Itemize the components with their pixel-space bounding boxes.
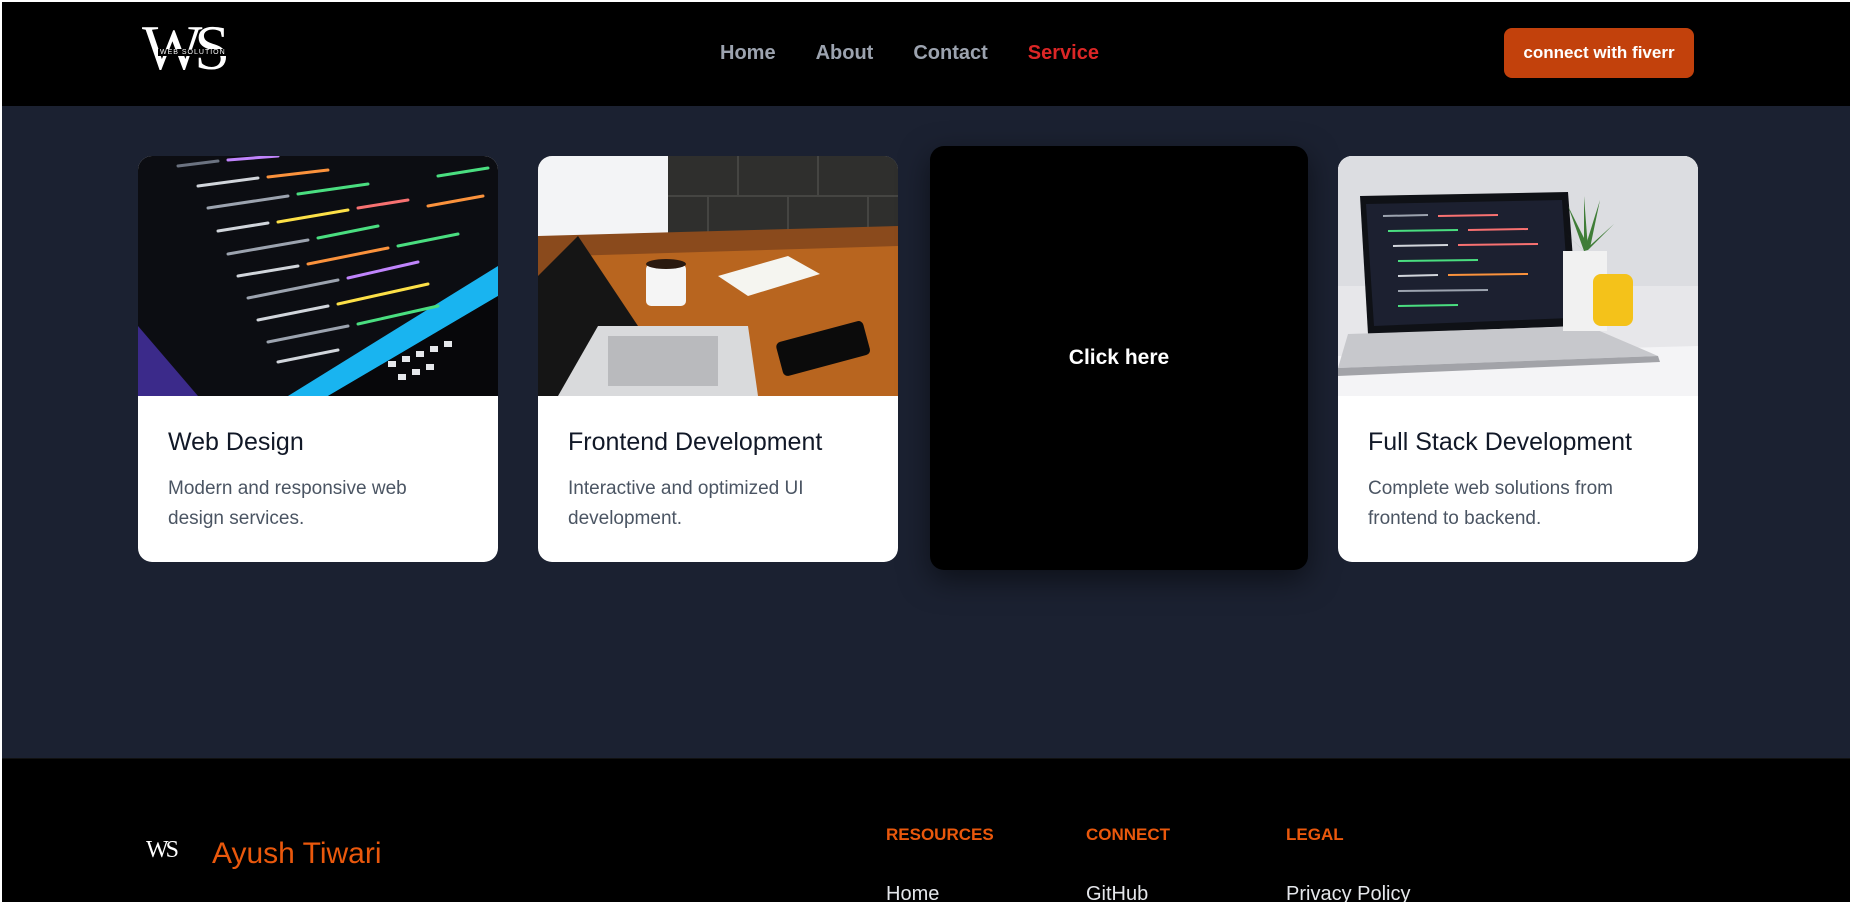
footer: WS Ayush Tiwari RESOURCES Home CONNECT G… (2, 758, 1850, 902)
footer-link-home[interactable]: Home (886, 883, 994, 902)
service-card-web-design[interactable]: Web Design Modern and responsive web des… (138, 156, 498, 562)
footer-heading: CONNECT (1086, 825, 1171, 844)
code-screen-image (138, 156, 498, 396)
card-description: Modern and responsive web design service… (168, 478, 407, 529)
footer-link-privacy-policy[interactable]: Privacy Policy (1286, 883, 1410, 902)
card-title: Web Design (168, 428, 304, 456)
nav-link-service[interactable]: Service (1028, 42, 1099, 65)
desk-laptop-image (538, 156, 898, 396)
click-here-card[interactable]: Click here (930, 146, 1308, 570)
footer-column-legal: LEGAL Privacy Policy (1286, 825, 1410, 902)
service-card-full-stack[interactable]: Full Stack Development Complete web solu… (1338, 156, 1698, 562)
footer-heading: RESOURCES (886, 825, 994, 844)
nav-link-home[interactable]: Home (720, 42, 776, 65)
logo-subtitle: WEB SOLUTION (158, 49, 228, 56)
footer-brand-name: Ayush Tiwari (212, 837, 382, 870)
navbar: WS WEB SOLUTION Home About Contact Servi… (2, 2, 1850, 106)
footer-column-resources: RESOURCES Home (886, 825, 994, 902)
footer-heading: LEGAL (1286, 825, 1344, 844)
footer-link-github[interactable]: GitHub (1086, 883, 1170, 902)
click-here-label: Click here (1068, 346, 1170, 369)
card-description: Interactive and optimized UI development… (568, 478, 804, 529)
nav-link-about[interactable]: About (816, 42, 874, 65)
card-description: Complete web solutions from frontend to … (1368, 478, 1613, 529)
page: WS WEB SOLUTION Home About Contact Servi… (2, 2, 1850, 902)
laptop-code-image (1338, 156, 1698, 396)
card-title: Frontend Development (568, 428, 823, 456)
service-card-frontend[interactable]: Frontend Development Interactive and opt… (538, 156, 898, 562)
logo[interactable]: WS WEB SOLUTION (142, 16, 246, 84)
footer-logo[interactable]: WS (146, 837, 179, 864)
footer-column-connect: CONNECT GitHub (1086, 825, 1170, 902)
nav-link-contact[interactable]: Contact (913, 42, 987, 65)
nav-links: Home About Contact Service (720, 42, 1099, 65)
logo-mark: WS (142, 12, 230, 83)
connect-fiverr-button[interactable]: connect with fiverr (1504, 28, 1694, 78)
card-title: Full Stack Development (1368, 428, 1633, 456)
